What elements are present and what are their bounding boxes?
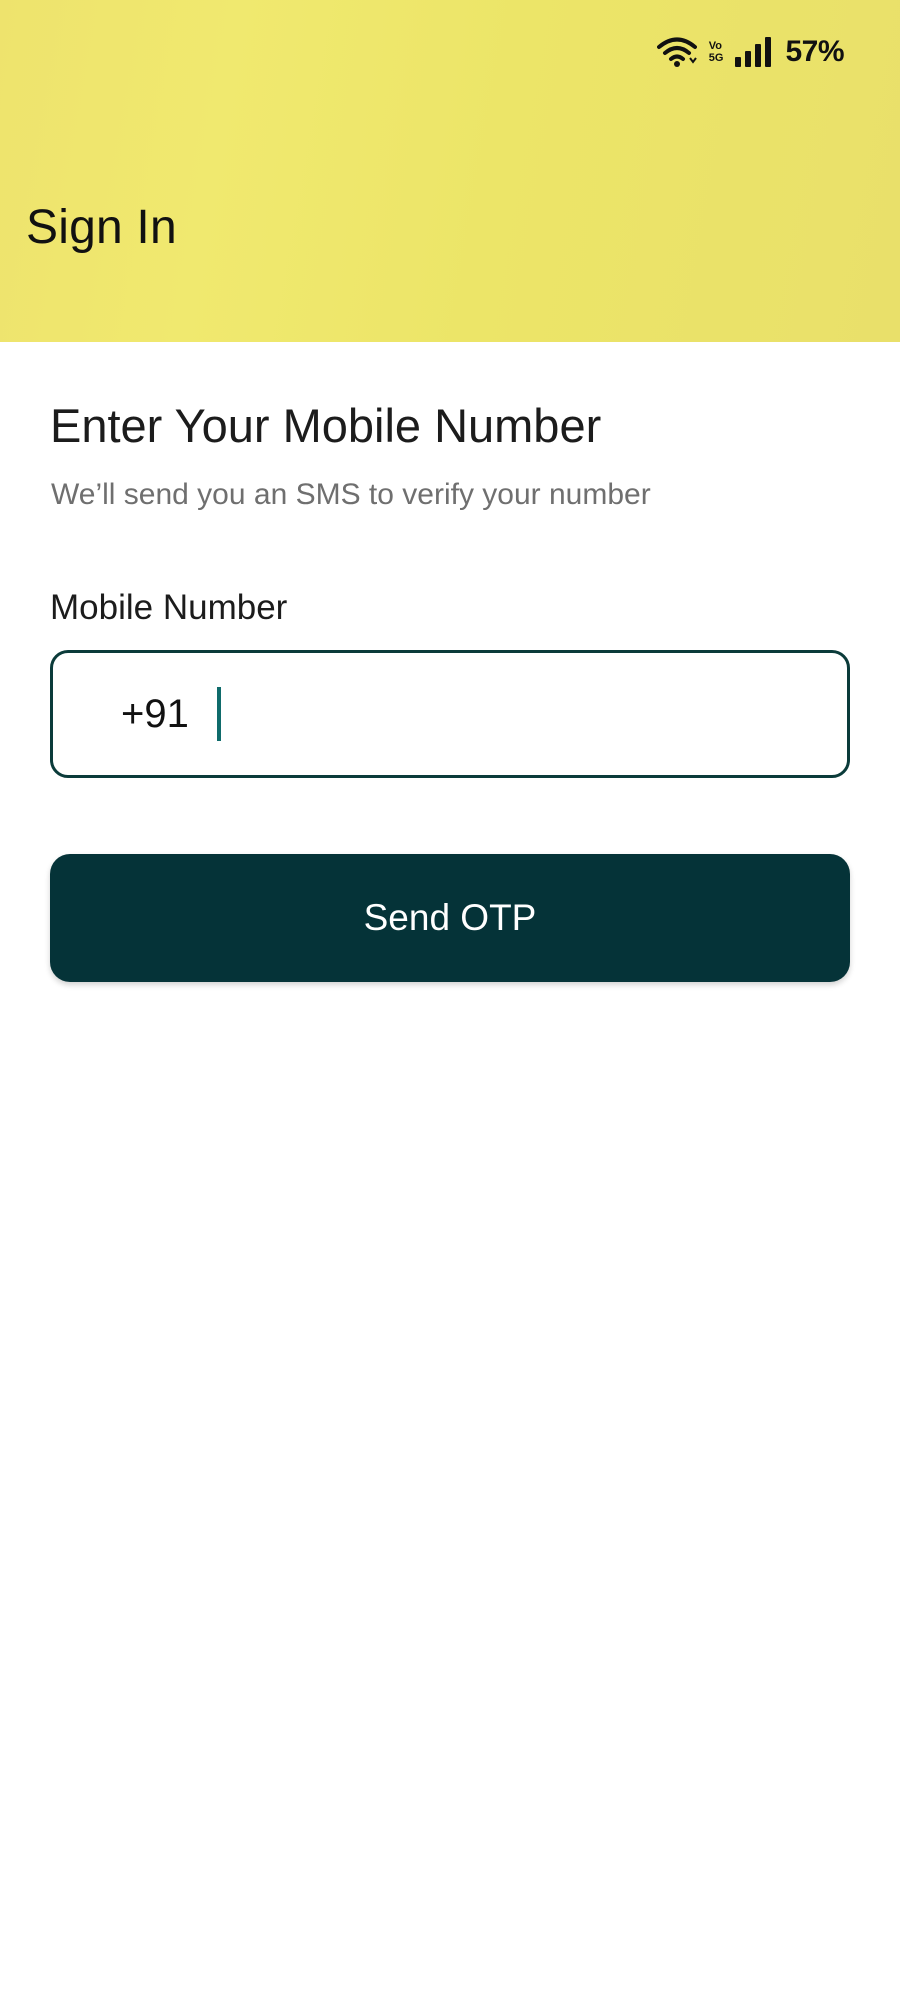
battery-level: 57% xyxy=(785,35,844,68)
volte-5g-icon: Vo 5G xyxy=(709,40,724,64)
network-type-top: Vo xyxy=(708,40,723,52)
mobile-number-input[interactable] xyxy=(226,653,847,775)
page-title: Sign In xyxy=(26,201,177,254)
app-header: Vo 5G 57% Sign In xyxy=(0,0,900,342)
country-code[interactable]: +91 xyxy=(121,692,189,737)
signal-icon xyxy=(735,37,773,67)
wifi-icon xyxy=(656,36,697,68)
section-subheading: We’ll send you an SMS to verify your num… xyxy=(51,478,651,511)
mobile-number-label: Mobile Number xyxy=(50,588,288,627)
network-type-bottom: 5G xyxy=(708,52,724,64)
section-heading: Enter Your Mobile Number xyxy=(50,399,602,452)
send-otp-button[interactable]: Send OTP xyxy=(50,854,850,982)
text-cursor xyxy=(216,687,221,741)
mobile-number-field[interactable]: +91 xyxy=(50,650,850,778)
status-bar: Vo 5G 57% xyxy=(656,30,844,74)
